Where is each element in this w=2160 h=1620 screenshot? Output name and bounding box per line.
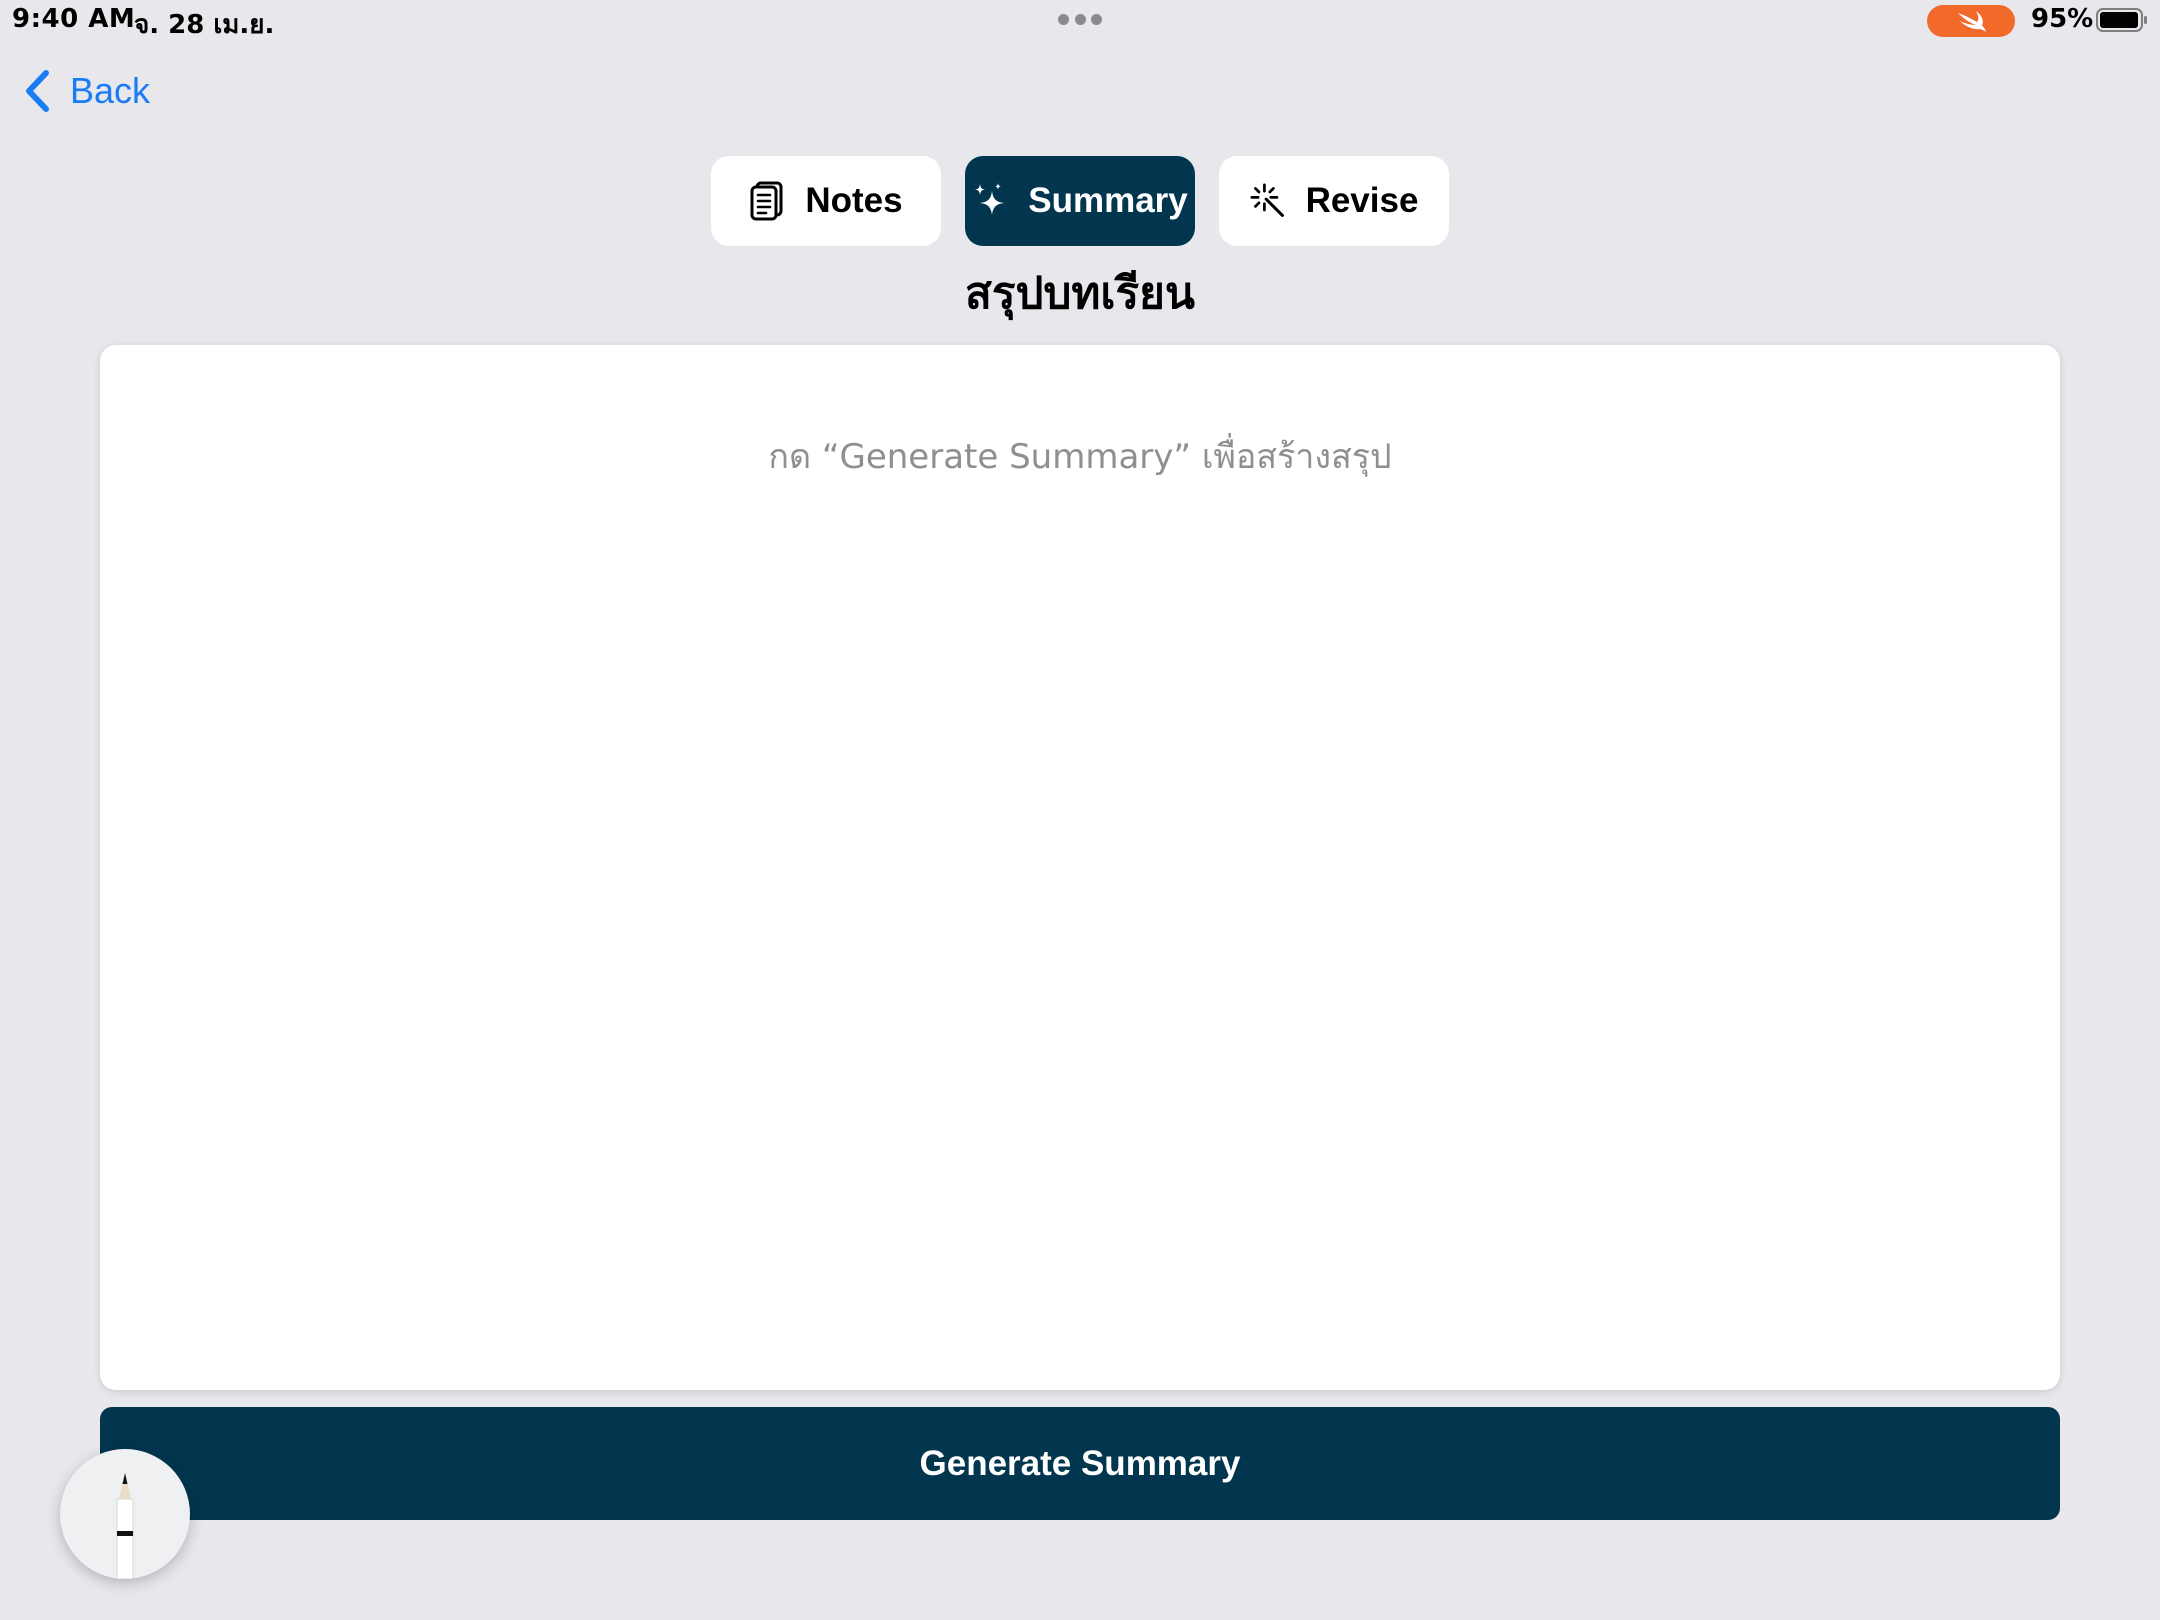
- back-label: Back: [70, 70, 151, 111]
- summary-content-area[interactable]: กด “Generate Summary” เพื่อสร้างสรุป: [100, 345, 2060, 1390]
- battery-percent: 95%: [2031, 4, 2094, 34]
- generate-summary-button[interactable]: Generate Summary: [100, 1407, 2060, 1520]
- tab-notes-label: Notes: [805, 181, 903, 220]
- swift-bird-icon: [1958, 11, 1986, 32]
- status-time: 9:40 AM: [12, 4, 136, 34]
- tab-summary-label: Summary: [1028, 181, 1188, 220]
- tab-summary[interactable]: Summary: [965, 156, 1195, 246]
- pencil-tool-button[interactable]: [60, 1449, 190, 1579]
- tab-revise-label: Revise: [1305, 181, 1419, 220]
- multitasking-dots-icon[interactable]: [1058, 14, 1102, 26]
- battery-icon: [2096, 8, 2147, 32]
- notes-document-icon: [750, 181, 783, 221]
- chevron-left-icon: [26, 70, 49, 112]
- tab-notes[interactable]: Notes: [711, 156, 941, 246]
- pencil-icon: [116, 1473, 134, 1579]
- tab-revise[interactable]: Revise: [1219, 156, 1449, 246]
- status-date: จ. 28 เม.ย.: [134, 10, 275, 40]
- summary-placeholder: กด “Generate Summary” เพื่อสร้างสรุป: [768, 437, 1392, 477]
- status-bar: 9:40 AM จ. 28 เม.ย. 95%: [0, 0, 2160, 44]
- page-title: สรุปบทเรียน: [965, 268, 1195, 319]
- sparkles-icon: [975, 183, 1005, 215]
- swift-playground-indicator[interactable]: [1927, 5, 2015, 37]
- magic-wand-icon: [1250, 183, 1284, 217]
- back-button[interactable]: Back: [22, 66, 150, 116]
